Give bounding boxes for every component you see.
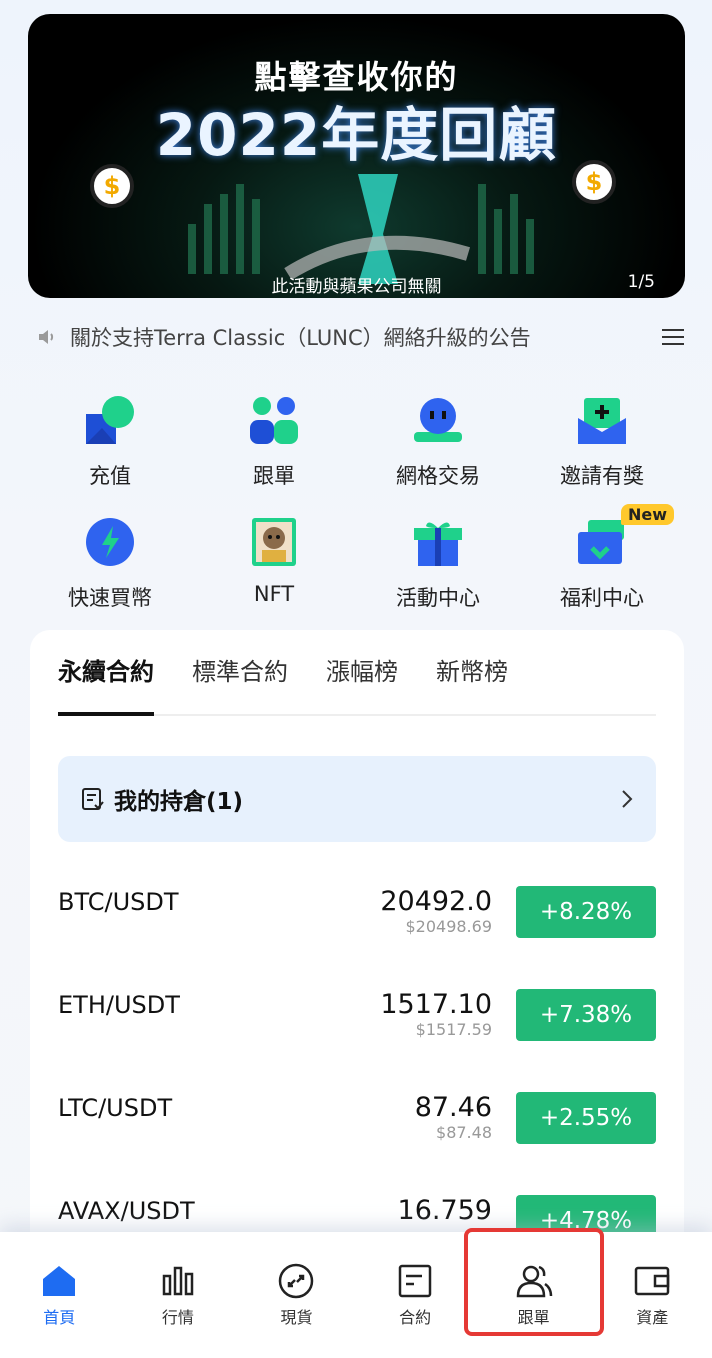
- shortcut-grid-trading[interactable]: 網格交易: [356, 392, 520, 514]
- tab-top-gainers[interactable]: 漲幅榜: [326, 654, 398, 714]
- shortcut-label: 充值: [89, 464, 131, 488]
- nav-label: 現貨: [280, 1308, 313, 1327]
- tab-new-listings[interactable]: 新幣榜: [436, 654, 508, 714]
- chevron-right-icon: [622, 790, 633, 808]
- tab-perpetual[interactable]: 永續合約: [58, 654, 154, 716]
- nav-home[interactable]: 首頁: [0, 1232, 119, 1358]
- last-price: 1517.10: [380, 989, 492, 1020]
- shortcut-label: 邀請有獎: [560, 464, 644, 488]
- invite-icon: [578, 398, 626, 444]
- usd-price: $20498.69: [405, 917, 492, 936]
- my-positions-label: 我的持倉(1): [114, 789, 244, 815]
- shortcut-label: 福利中心: [560, 586, 644, 610]
- nav-market[interactable]: 行情: [119, 1232, 238, 1358]
- lightning-icon: [86, 518, 134, 566]
- spot-icon: [279, 1263, 314, 1299]
- market-row[interactable]: LTC/USDT 87.46 $87.48 +2.55%: [58, 1076, 656, 1179]
- nav-label: 行情: [161, 1308, 194, 1327]
- my-positions-button[interactable]: 我的持倉(1): [58, 756, 656, 842]
- nav-assets[interactable]: 資產: [593, 1232, 712, 1358]
- shortcut-label: 快速買幣: [68, 586, 152, 610]
- deposit-icon: [86, 396, 134, 444]
- grid-bot-icon: [414, 398, 462, 442]
- promo-banner[interactable]: $ $ 點擊查收你的 2022年度回顧 此活動與蘋果公司無關 1/5: [28, 14, 685, 298]
- market-row[interactable]: BTC/USDT 20492.0 $20498.69 +8.28%: [58, 870, 656, 973]
- last-price: 20492.0: [380, 886, 492, 917]
- shortcut-copy-trade[interactable]: 跟單: [192, 392, 356, 514]
- banner-disclaimer: 此活動與蘋果公司無關: [271, 277, 442, 297]
- change-badge[interactable]: +2.55%: [516, 1092, 656, 1144]
- shortcut-nft[interactable]: NFT: [192, 514, 356, 636]
- shortcut-label: NFT: [253, 582, 295, 606]
- contract-icon: [398, 1264, 432, 1298]
- market-card: 永續合約 標準合約 漲幅榜 新幣榜 我的持倉(1) BTC/USDT 20492…: [30, 630, 684, 1250]
- speaker-icon: [39, 330, 54, 344]
- nft-icon: [252, 518, 296, 566]
- shortcut-grid: 充值 跟單 網格交易 邀請有獎 快速買幣 NFT 活動中心 福利中心 New: [28, 392, 684, 636]
- last-price: 87.46: [414, 1092, 492, 1123]
- home-icon: [43, 1266, 76, 1296]
- nav-label: 合約: [399, 1308, 432, 1327]
- pair-name: LTC/USDT: [58, 1094, 173, 1122]
- market-row[interactable]: ETH/USDT 1517.10 $1517.59 +7.38%: [58, 973, 656, 1076]
- copy-trade-icon: [516, 1265, 552, 1298]
- nav-spot[interactable]: 現貨: [237, 1232, 356, 1358]
- change-badge[interactable]: +8.28%: [516, 886, 656, 938]
- usd-price: $87.48: [436, 1123, 492, 1142]
- nav-label: 跟單: [517, 1308, 550, 1327]
- shortcut-label: 網格交易: [396, 464, 480, 488]
- pair-name: ETH/USDT: [58, 991, 180, 1019]
- new-badge: New: [620, 504, 674, 525]
- market-chart-icon: [162, 1266, 194, 1296]
- shortcut-events[interactable]: 活動中心: [356, 514, 520, 636]
- bottom-nav: 首頁 行情 現貨 合約 跟單 資產: [0, 1232, 712, 1358]
- nav-copy-trade[interactable]: 跟單: [474, 1232, 593, 1358]
- market-list: BTC/USDT 20492.0 $20498.69 +8.28% ETH/US…: [58, 870, 656, 1282]
- last-price: 16.759: [397, 1195, 492, 1226]
- shortcut-rewards[interactable]: 福利中心 New: [520, 504, 684, 636]
- wallet-icon: [635, 1266, 670, 1296]
- shortcut-deposit[interactable]: 充值: [28, 392, 192, 514]
- pair-name: AVAX/USDT: [58, 1197, 195, 1225]
- announcement-text: 關於支持Terra Classic（LUNC）網絡升級的公告: [70, 326, 531, 350]
- nav-label: 資產: [636, 1308, 669, 1327]
- announcement-bar[interactable]: 關於支持Terra Classic（LUNC）網絡升級的公告: [36, 320, 684, 354]
- nav-label: 首頁: [43, 1308, 76, 1327]
- shortcut-quick-buy[interactable]: 快速買幣: [28, 514, 192, 636]
- pair-name: BTC/USDT: [58, 888, 179, 916]
- menu-icon[interactable]: [662, 327, 684, 347]
- market-tabs: 永續合約 標準合約 漲幅榜 新幣榜: [58, 654, 656, 716]
- shortcut-label: 活動中心: [396, 586, 480, 610]
- banner-line2: 2022年度回顧: [155, 101, 558, 169]
- nav-contract[interactable]: 合約: [356, 1232, 475, 1358]
- shortcut-label: 跟單: [253, 464, 295, 488]
- banner-pager: 1/5: [627, 272, 655, 292]
- copy-trade-icon: [250, 397, 298, 444]
- positions-icon: [82, 788, 104, 810]
- usd-price: $1517.59: [415, 1020, 492, 1039]
- change-badge[interactable]: +7.38%: [516, 989, 656, 1041]
- shortcut-invite[interactable]: 邀請有獎: [520, 392, 684, 514]
- tab-standard-futures[interactable]: 標準合約: [192, 654, 288, 714]
- gift-icon: [414, 522, 462, 566]
